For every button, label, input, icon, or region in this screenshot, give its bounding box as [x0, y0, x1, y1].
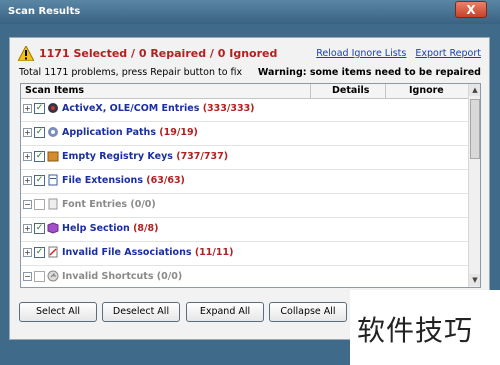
row-checkbox[interactable]: ✓: [34, 175, 45, 186]
scroll-thumb[interactable]: [470, 99, 480, 159]
row-checkbox[interactable]: ✓: [34, 151, 45, 162]
row-label: Application Paths (19/19): [62, 127, 198, 138]
help-icon: [47, 222, 59, 234]
total-problems-text: Total 1171 problems, press Repair button…: [19, 67, 243, 78]
summary-status: 1171 Selected / 0 Repaired / 0 Ignored: [39, 47, 278, 60]
watermark-text: 软件技巧: [357, 314, 474, 347]
collapse-icon[interactable]: −: [23, 200, 32, 209]
column-scan-items[interactable]: Scan Items: [25, 85, 84, 96]
scroll-up-icon[interactable]: ▲: [469, 84, 480, 96]
column-details[interactable]: Details: [332, 85, 369, 96]
window-title: Scan Results: [8, 6, 81, 17]
table-header: Scan Items Details Ignore: [21, 84, 468, 99]
row-label: Invalid Shortcuts (0/0): [62, 271, 183, 282]
row-label: File Extensions (63/63): [62, 175, 185, 186]
box-icon: [47, 151, 59, 162]
table-row[interactable]: + ✓ File Extensions (63/63): [21, 170, 468, 194]
font-icon: [48, 198, 58, 210]
row-checkbox[interactable]: ✓: [34, 103, 45, 114]
shortcut-icon: [47, 270, 59, 282]
expand-icon[interactable]: +: [23, 224, 32, 233]
table-row[interactable]: − Font Entries (0/0): [21, 194, 468, 218]
export-report-link[interactable]: Export Report: [415, 48, 481, 59]
table-row[interactable]: + ✓ Help Section (8/8): [21, 218, 468, 242]
expand-icon[interactable]: +: [23, 104, 32, 113]
expand-icon[interactable]: +: [23, 248, 32, 257]
row-label: Help Section (8/8): [62, 223, 159, 234]
row-checkbox[interactable]: ✓: [34, 223, 45, 234]
table-row[interactable]: + ✓ ActiveX, OLE/COM Entries (333/333): [21, 98, 468, 122]
scan-items-list: Scan Items Details Ignore + ✓ ActiveX, O…: [20, 83, 481, 288]
gear-icon: [48, 127, 58, 137]
collapse-icon[interactable]: −: [23, 272, 32, 281]
activex-icon: [48, 103, 58, 113]
close-button[interactable]: X: [455, 1, 487, 18]
column-divider: [385, 84, 386, 98]
collapse-all-button[interactable]: Collapse All: [269, 302, 347, 322]
select-all-button[interactable]: Select All: [19, 302, 97, 322]
scroll-down-icon[interactable]: ▼: [469, 274, 480, 286]
row-label: ActiveX, OLE/COM Entries (333/333): [62, 103, 255, 114]
reload-ignore-lists-link[interactable]: Reload Ignore Lists: [316, 48, 406, 59]
deselect-all-button[interactable]: Deselect All: [102, 302, 180, 322]
row-checkbox[interactable]: ✓: [34, 247, 45, 258]
table-row[interactable]: + ✓ Application Paths (19/19): [21, 122, 468, 146]
file-association-icon: [48, 246, 58, 258]
warning-text: Warning: some items need to be repaired: [257, 67, 481, 78]
table-row[interactable]: − Invalid Shortcuts (0/0): [21, 266, 468, 287]
row-checkbox[interactable]: ✓: [34, 127, 45, 138]
vertical-scrollbar[interactable]: ▲ ▼: [468, 84, 480, 287]
row-checkbox[interactable]: [34, 271, 45, 282]
row-label: Invalid File Associations (11/11): [62, 247, 234, 258]
row-label: Font Entries (0/0): [62, 199, 156, 210]
expand-icon[interactable]: +: [23, 176, 32, 185]
expand-all-button[interactable]: Expand All: [186, 302, 264, 322]
row-label: Empty Registry Keys (737/737): [62, 151, 229, 162]
column-divider: [310, 84, 311, 98]
warning-icon: [18, 46, 34, 61]
table-row[interactable]: + ✓ Invalid File Associations (11/11): [21, 242, 468, 266]
expand-icon[interactable]: +: [23, 152, 32, 161]
table-row[interactable]: + ✓ Empty Registry Keys (737/737): [21, 146, 468, 170]
row-checkbox[interactable]: [34, 199, 45, 210]
expand-icon[interactable]: +: [23, 128, 32, 137]
column-ignore[interactable]: Ignore: [409, 85, 444, 96]
file-icon: [48, 174, 58, 186]
header-links: Reload Ignore Lists Export Report: [310, 48, 481, 59]
title-bar: Scan Results X: [0, 0, 500, 24]
